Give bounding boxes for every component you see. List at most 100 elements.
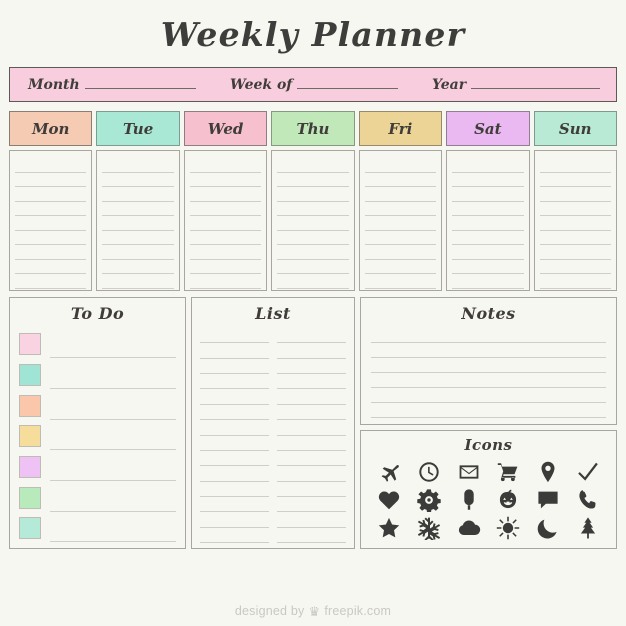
day-entry-line[interactable] — [189, 202, 262, 217]
clock-icon[interactable] — [416, 459, 442, 485]
list-entry-line[interactable] — [277, 515, 346, 528]
day-entry-line[interactable] — [452, 202, 524, 217]
cloud-icon[interactable] — [456, 515, 482, 541]
day-entry-line[interactable] — [364, 260, 437, 275]
todo-checkbox[interactable] — [19, 333, 41, 356]
day-entry-line[interactable] — [15, 158, 87, 173]
day-entry-line[interactable] — [102, 173, 174, 188]
day-entries-sat[interactable] — [446, 150, 530, 292]
day-entry-line[interactable] — [364, 245, 437, 260]
day-entry-line[interactable] — [189, 173, 262, 188]
todo-checkbox[interactable] — [19, 455, 41, 478]
day-header-fri[interactable]: Fri — [358, 111, 443, 147]
day-entry-line[interactable] — [539, 158, 611, 173]
plane-icon[interactable] — [376, 459, 402, 485]
day-entry-line[interactable] — [15, 216, 87, 231]
todo-checkbox[interactable] — [19, 486, 41, 509]
sun-icon[interactable] — [495, 515, 521, 541]
list-entry-line[interactable] — [200, 499, 269, 513]
todo-entry-line[interactable] — [50, 492, 176, 512]
month-input-blank[interactable] — [84, 79, 196, 89]
list-entry-line[interactable] — [277, 392, 346, 405]
list-entry-line[interactable] — [200, 469, 269, 482]
pine-tree-icon[interactable] — [575, 515, 601, 541]
day-entry-line[interactable] — [452, 231, 524, 246]
day-entries-sun[interactable] — [533, 150, 617, 292]
list-entry-line[interactable] — [277, 361, 346, 375]
day-entry-line[interactable] — [189, 187, 262, 202]
list-entry-line[interactable] — [277, 438, 346, 451]
check-icon[interactable] — [575, 459, 601, 485]
speech-bubble-icon[interactable] — [535, 487, 561, 513]
day-entry-line[interactable] — [15, 173, 87, 188]
month-field[interactable]: Month — [10, 77, 212, 93]
notes-entry-line[interactable] — [371, 345, 606, 359]
day-header-mon[interactable]: Mon — [9, 111, 93, 147]
todo-entry-line[interactable] — [50, 430, 176, 451]
day-entry-line[interactable] — [102, 216, 174, 231]
day-entry-line[interactable] — [189, 245, 262, 260]
day-entry-line[interactable] — [102, 158, 174, 173]
todo-entry-line[interactable] — [50, 338, 176, 359]
todo-entry-line[interactable] — [50, 461, 176, 481]
list-entry-line[interactable] — [200, 346, 269, 359]
list-entry-line[interactable] — [277, 484, 346, 498]
day-entry-line[interactable] — [452, 173, 524, 188]
day-entry-line[interactable] — [364, 158, 437, 173]
gear-icon[interactable] — [416, 487, 442, 513]
list-entry-line[interactable] — [277, 453, 346, 467]
day-entry-line[interactable] — [277, 274, 349, 289]
list-entry-line[interactable] — [200, 515, 269, 528]
day-header-tue[interactable]: Tue — [96, 111, 180, 147]
day-header-wed[interactable]: Wed — [183, 111, 268, 147]
star-icon[interactable] — [376, 515, 402, 541]
list-entry-line[interactable] — [277, 530, 346, 544]
day-entry-line[interactable] — [189, 260, 262, 275]
day-entries-fri[interactable] — [358, 150, 443, 292]
list-entry-line[interactable] — [200, 423, 269, 436]
day-entry-line[interactable] — [364, 173, 437, 188]
list-entry-line[interactable] — [200, 361, 269, 375]
day-entry-line[interactable] — [364, 274, 437, 289]
day-entry-line[interactable] — [539, 245, 611, 260]
day-entry-line[interactable] — [364, 202, 437, 217]
day-entry-line[interactable] — [277, 202, 349, 217]
list-entry-line[interactable] — [277, 423, 346, 436]
notes-entry-line[interactable] — [371, 375, 606, 389]
day-entry-line[interactable] — [364, 231, 437, 246]
list-entry-line[interactable] — [277, 330, 346, 344]
todo-entry-line[interactable] — [50, 400, 176, 420]
day-entry-line[interactable] — [452, 216, 524, 231]
day-header-sat[interactable]: Sat — [446, 111, 530, 147]
todo-checkbox[interactable] — [19, 425, 41, 448]
day-entry-line[interactable] — [277, 173, 349, 188]
day-entry-line[interactable] — [452, 245, 524, 260]
day-entry-line[interactable] — [452, 158, 524, 173]
day-header-sun[interactable]: Sun — [533, 111, 617, 147]
day-entry-line[interactable] — [189, 158, 262, 173]
day-entry-line[interactable] — [539, 187, 611, 202]
day-entry-line[interactable] — [539, 216, 611, 231]
day-entry-line[interactable] — [539, 202, 611, 217]
list-entry-line[interactable] — [200, 438, 269, 451]
location-pin-icon[interactable] — [535, 459, 561, 485]
day-entry-line[interactable] — [102, 231, 174, 246]
day-entry-line[interactable] — [452, 187, 524, 202]
year-input-blank[interactable] — [471, 79, 600, 89]
day-entry-line[interactable] — [364, 187, 437, 202]
notes-entry-line[interactable] — [371, 405, 606, 419]
day-entry-line[interactable] — [189, 274, 262, 289]
list-entry-line[interactable] — [200, 376, 269, 390]
day-entry-line[interactable] — [277, 231, 349, 246]
phone-icon[interactable] — [575, 487, 601, 513]
popsicle-icon[interactable] — [456, 487, 482, 513]
week-of-input-blank[interactable] — [297, 79, 398, 89]
list-entry-line[interactable] — [200, 407, 269, 421]
snowflake-icon[interactable] — [416, 515, 442, 541]
list-entry-line[interactable] — [200, 453, 269, 467]
list-entry-line[interactable] — [277, 499, 346, 513]
day-entry-line[interactable] — [277, 260, 349, 275]
day-entry-line[interactable] — [277, 216, 349, 231]
day-entry-line[interactable] — [539, 231, 611, 246]
day-entry-line[interactable] — [15, 231, 87, 246]
